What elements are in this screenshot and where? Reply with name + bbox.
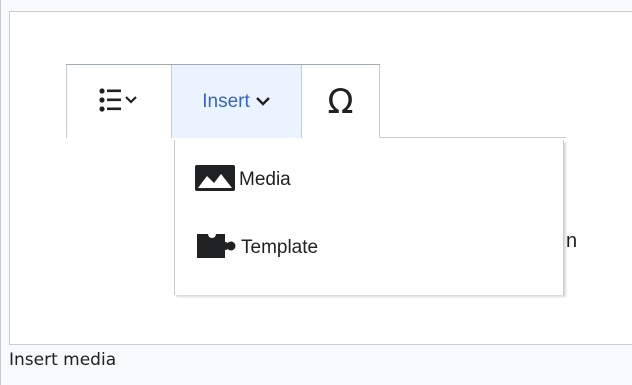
omega-icon: Ω: [327, 81, 354, 122]
image-icon: [195, 165, 235, 195]
menu-item-label: Template: [241, 237, 319, 258]
figure-frame: Insert Ω n Media Template Insert media: [0, 0, 632, 385]
menu-item-template[interactable]: Template: [195, 228, 318, 268]
insert-menu-button[interactable]: Insert: [172, 65, 302, 138]
list-dropdown-button[interactable]: [66, 65, 172, 138]
figure-caption: Insert media: [9, 350, 117, 370]
puzzle-icon: [195, 232, 237, 264]
insert-button-label: Insert: [202, 90, 250, 112]
menu-item-label: Media: [239, 169, 291, 190]
insert-dropdown-menu: Media Template: [174, 140, 564, 295]
menu-item-media[interactable]: Media: [195, 160, 291, 200]
bullet-list-icon: [99, 87, 139, 116]
special-character-button[interactable]: Ω: [302, 65, 380, 138]
chevron-down-icon: [255, 92, 271, 111]
underlying-text-fragment: n: [566, 230, 578, 252]
screenshot-area: Insert Ω n Media Template: [9, 11, 632, 345]
editor-toolbar: Insert Ω: [66, 64, 380, 139]
